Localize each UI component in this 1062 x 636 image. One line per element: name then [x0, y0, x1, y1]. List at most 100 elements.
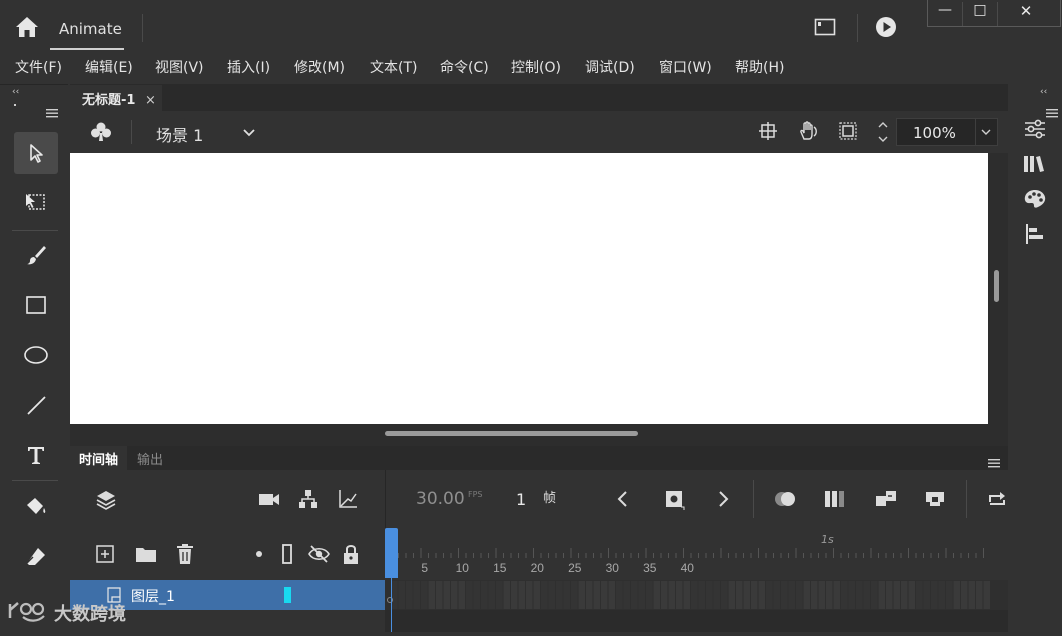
menu-window[interactable]: 窗口(W)	[659, 57, 712, 77]
frame-cell	[901, 581, 908, 609]
edit-symbols-icon[interactable]	[88, 120, 114, 144]
create-tween-icon[interactable]	[874, 488, 898, 510]
layer-name[interactable]: 图层_1	[131, 586, 175, 606]
test-movie-play-icon[interactable]	[874, 15, 898, 39]
outline-layer-icon[interactable]	[281, 543, 293, 565]
frame-cell	[863, 581, 870, 609]
frame-cell	[421, 581, 428, 609]
menu-commands[interactable]: 命令(C)	[440, 57, 489, 77]
frame-cell	[511, 581, 518, 609]
frame-cell	[496, 581, 503, 609]
selection-tool[interactable]	[14, 132, 58, 174]
layer-color-swatch[interactable]	[284, 587, 291, 603]
frame-cell	[548, 581, 555, 609]
eraser-tool[interactable]	[14, 536, 58, 578]
minimize-button[interactable]: —	[928, 2, 962, 26]
menu-modify[interactable]: 修改(M)	[294, 57, 345, 77]
insert-frames-icon[interactable]	[924, 489, 946, 509]
camera-icon[interactable]	[258, 489, 280, 509]
menu-view[interactable]: 视图(V)	[155, 57, 204, 77]
properties-sliders-icon[interactable]	[1022, 117, 1050, 143]
insert-keyframe-icon[interactable]	[663, 488, 685, 510]
align-icon[interactable]	[1022, 222, 1050, 248]
next-keyframe-chevron-icon[interactable]	[713, 489, 733, 509]
easing-graph-icon[interactable]	[337, 488, 359, 510]
close-tab-icon[interactable]: ×	[145, 93, 156, 108]
fps-value[interactable]: 30.00	[416, 489, 465, 509]
frame-cell	[766, 581, 773, 609]
vertical-scrollbar-thumb[interactable]	[994, 270, 999, 302]
home-icon[interactable]	[14, 14, 40, 40]
previous-keyframe-chevron-icon[interactable]	[613, 489, 633, 509]
rectangle-tool[interactable]	[14, 284, 58, 326]
paint-bucket-tool[interactable]	[14, 486, 58, 528]
brush-tool[interactable]	[14, 234, 58, 276]
rotate-hand-icon[interactable]	[796, 119, 820, 143]
menu-insert[interactable]: 插入(I)	[227, 57, 270, 77]
title-bar	[0, 0, 1062, 52]
horizontal-scrollbar-thumb[interactable]	[385, 431, 638, 436]
panel-menu-icon[interactable]	[46, 103, 58, 118]
clip-content-icon[interactable]	[838, 121, 858, 141]
collapse-panel-icon[interactable]: ‹‹	[12, 87, 19, 97]
panel-layout-icon[interactable]	[814, 17, 836, 37]
frame-cell	[796, 581, 803, 609]
close-button[interactable]: ✕	[998, 2, 1054, 26]
frame-cell	[961, 581, 968, 609]
highlight-layer-dot-icon[interactable]	[256, 551, 262, 557]
app-name-tab[interactable]: Animate	[50, 12, 124, 50]
title-separator	[142, 14, 143, 42]
free-transform-tool[interactable]	[14, 181, 58, 223]
menu-text[interactable]: 文本(T)	[370, 57, 417, 77]
ruler-frame-number: 5	[421, 561, 428, 575]
frame-cell	[518, 581, 525, 609]
menu-debug[interactable]: 调试(D)	[585, 57, 635, 77]
zoom-stepper-icon[interactable]	[876, 118, 890, 146]
right-panel-menu-icon[interactable]	[1046, 103, 1058, 118]
layer-parenting-icon[interactable]	[297, 488, 319, 510]
frame-cell	[563, 581, 570, 609]
scene-name[interactable]: 场景 1	[156, 122, 203, 146]
loop-playback-icon[interactable]	[986, 488, 1008, 510]
document-tab[interactable]: 无标题-1 ×	[70, 85, 162, 111]
menu-edit[interactable]: 编辑(E)	[85, 57, 133, 77]
new-layer-icon[interactable]	[95, 544, 115, 564]
timeline-frames-area[interactable]: 5 10 15 20 25 30 35 40	[385, 528, 1008, 632]
playhead-line	[391, 578, 392, 632]
ruler-seconds-label: 1s	[821, 533, 834, 546]
line-tool[interactable]	[14, 384, 58, 426]
frame-cell	[946, 581, 953, 609]
delete-trash-icon[interactable]	[175, 543, 195, 565]
timeline-tab[interactable]: 时间轴	[70, 446, 127, 470]
timeline-tabs-bar	[70, 446, 1008, 470]
hide-eye-icon[interactable]	[307, 543, 331, 565]
stage-canvas[interactable]	[70, 153, 988, 424]
frame-cell	[923, 581, 930, 609]
frame-cell	[848, 581, 855, 609]
oval-icon	[24, 346, 48, 364]
edit-multiple-frames-icon[interactable]	[823, 488, 847, 510]
frame-cell	[541, 581, 548, 609]
timeline-panel-menu-icon[interactable]	[988, 453, 1000, 468]
output-tab[interactable]: 输出	[137, 449, 163, 468]
transform-icon	[26, 194, 45, 210]
collapse-right-panel-icon[interactable]: ‹‹	[1040, 87, 1047, 97]
current-frame-value[interactable]: 1	[516, 490, 526, 509]
scene-dropdown-chevron-icon[interactable]	[241, 125, 257, 139]
lock-icon[interactable]	[342, 543, 360, 565]
menu-help[interactable]: 帮助(H)	[735, 57, 784, 77]
playhead-marker[interactable]	[385, 528, 398, 578]
text-tool[interactable]	[14, 434, 58, 476]
color-palette-icon[interactable]	[1022, 187, 1050, 213]
onion-skin-icon[interactable]	[773, 488, 799, 510]
snap-crosshair-icon[interactable]	[758, 121, 778, 141]
new-folder-icon[interactable]	[135, 545, 157, 563]
menu-control[interactable]: 控制(O)	[511, 57, 561, 77]
maximize-button[interactable]: □	[963, 2, 997, 26]
oval-tool[interactable]	[14, 334, 58, 376]
menu-file[interactable]: 文件(F)	[15, 57, 62, 77]
frame-cell	[601, 581, 608, 609]
library-books-icon[interactable]	[1022, 152, 1050, 178]
zoom-field[interactable]: 100%	[896, 118, 998, 146]
layers-stack-icon[interactable]	[94, 488, 118, 512]
